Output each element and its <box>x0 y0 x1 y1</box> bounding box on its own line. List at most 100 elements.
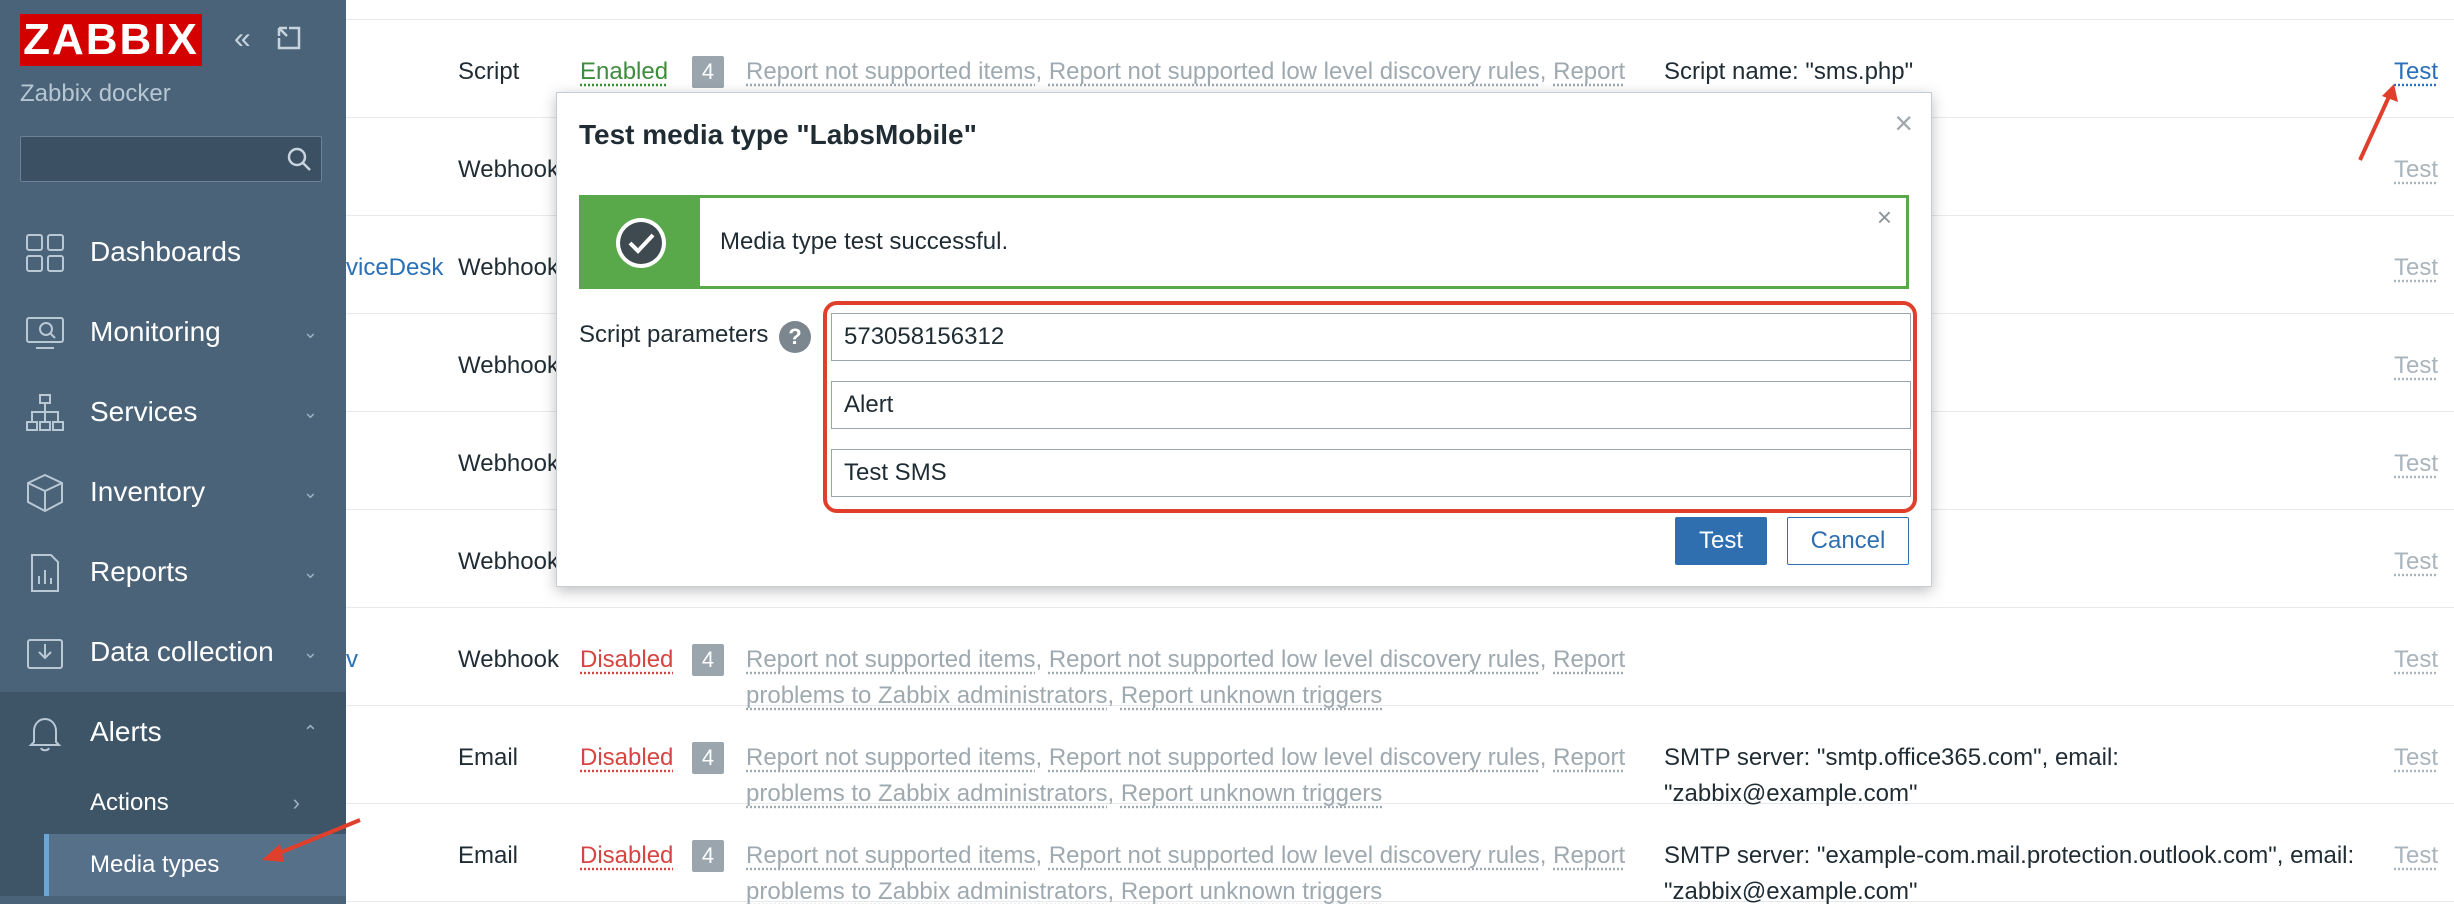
details-line: Script name: "sms.php" <box>1664 58 1914 85</box>
test-link[interactable]: Test <box>2394 250 2438 286</box>
monitoring-icon <box>26 317 64 349</box>
media-type-type: Script <box>458 58 520 85</box>
chevron-down-icon: ⌄ <box>302 482 318 502</box>
action-link[interactable]: Report not supported low level discovery… <box>1049 58 1540 85</box>
cancel-button[interactable]: Cancel <box>1787 517 1909 565</box>
details-line: "zabbix@example.com" <box>1664 878 1918 904</box>
details-line: SMTP server: "example-com.mail.protectio… <box>1664 842 2355 869</box>
action-link[interactable]: Report not supported items <box>746 744 1036 771</box>
used-in-actions: Report not supported items, Report not s… <box>746 744 1626 807</box>
action-link[interactable]: Report unknown triggers <box>1121 878 1382 904</box>
submenu-label: Actions <box>90 789 169 816</box>
bell-icon <box>28 717 62 752</box>
check-circle-icon <box>616 218 666 268</box>
media-type-details: Script name: "sms.php" <box>1664 54 2454 90</box>
parameter-input-1[interactable] <box>831 313 1911 361</box>
test-link[interactable]: Test <box>2394 544 2438 580</box>
parameter-input-3[interactable] <box>831 449 1911 497</box>
dismiss-message-icon[interactable]: × <box>1877 202 1892 233</box>
action-link[interactable]: Report unknown triggers <box>1121 682 1382 709</box>
success-message: Media type test successful. <box>720 228 1009 255</box>
chevron-up-icon: ⌃ <box>302 722 318 742</box>
status-toggle[interactable]: Disabled <box>580 838 673 874</box>
table-row <box>346 0 2454 20</box>
chevron-down-icon: ⌄ <box>302 322 318 342</box>
action-link[interactable]: Report unknown triggers <box>1121 780 1382 807</box>
test-link[interactable]: Test <box>2394 642 2438 678</box>
details-line: SMTP server: "smtp.office365.com", email… <box>1664 744 2119 771</box>
menu-item-inventory[interactable]: Inventory ⌄ <box>0 452 346 532</box>
server-name: Zabbix docker <box>20 80 171 107</box>
sidebar-search-input[interactable] <box>20 136 322 182</box>
menu-item-reports[interactable]: Reports ⌄ <box>0 532 346 612</box>
action-link[interactable]: Report not supported low level discovery… <box>1049 842 1540 869</box>
test-link[interactable]: Test <box>2394 446 2438 482</box>
menu-item-dashboards[interactable]: Dashboards <box>0 212 346 292</box>
actions-count-badge: 4 <box>692 742 724 774</box>
annotation-arrow-test <box>2358 84 2398 161</box>
media-type-type: Webhook <box>458 156 559 183</box>
action-link[interactable]: Report not supported items <box>746 842 1036 869</box>
media-type-details: SMTP server: "smtp.office365.com", email… <box>1664 740 2454 812</box>
action-link[interactable]: Report not supported low level discovery… <box>1049 646 1540 673</box>
menu-label: Reports <box>90 556 189 587</box>
menu-item-services[interactable]: Services ⌄ <box>0 372 346 452</box>
status-toggle[interactable]: Disabled <box>580 642 673 678</box>
test-media-type-dialog: Test media type "LabsMobile" × Media typ… <box>556 92 1932 587</box>
collapse-sidebar-icon[interactable]: « <box>234 24 251 58</box>
menu-label: Inventory <box>90 476 206 507</box>
sidebar: ZABBIX « Zabbix docker Dashboards Monito… <box>0 0 346 904</box>
actions-count-badge: 4 <box>692 644 724 676</box>
reports-icon <box>31 554 59 592</box>
annotation-arrow-media-types <box>262 818 361 862</box>
script-parameters-label: Script parameters <box>579 321 769 348</box>
media-type-type: Webhook <box>458 254 559 281</box>
media-type-type: Webhook <box>458 548 559 575</box>
menu-label: Data collection <box>90 636 274 667</box>
actions-count-badge: 4 <box>692 56 724 88</box>
dialog-title: Test media type "LabsMobile" <box>579 119 977 150</box>
media-type-name[interactable]: viceDesk <box>346 250 443 286</box>
status-toggle[interactable]: Enabled <box>580 54 668 90</box>
media-type-type: Webhook <box>458 450 559 477</box>
menu-label: Services <box>90 396 198 427</box>
chevron-down-icon: ⌄ <box>302 402 318 422</box>
zabbix-logo[interactable]: ZABBIX <box>20 14 202 66</box>
actions-count-badge: 4 <box>692 840 724 872</box>
media-type-type: Email <box>458 842 519 869</box>
success-icon-area <box>582 198 700 286</box>
test-link[interactable]: Test <box>2394 740 2438 776</box>
action-link[interactable]: Report not supported items <box>746 58 1036 85</box>
menu-item-monitoring[interactable]: Monitoring ⌄ <box>0 292 346 372</box>
table-row: v Webhook Disabled 4 Report not supported it… <box>346 608 2454 709</box>
action-link[interactable]: Report not supported items <box>746 646 1036 673</box>
menu-label: Dashboards <box>90 236 241 267</box>
success-message-box: Media type test successful. × <box>579 195 1909 289</box>
services-icon <box>26 394 64 431</box>
data-collection-icon <box>27 639 63 669</box>
status-toggle[interactable]: Disabled <box>580 740 673 776</box>
search-icon[interactable] <box>285 145 313 173</box>
inventory-icon <box>27 473 63 513</box>
used-in-actions: Report not supported items, Report not s… <box>746 646 1626 709</box>
submenu-label: Media types <box>90 851 220 878</box>
help-icon[interactable]: ? <box>779 321 811 353</box>
chevron-down-icon: ⌄ <box>302 642 318 662</box>
close-icon[interactable]: × <box>1894 105 1913 142</box>
menu-label: Alerts <box>90 716 162 747</box>
test-link[interactable]: Test <box>2394 838 2438 874</box>
chevron-down-icon: ⌄ <box>302 562 318 582</box>
parameter-input-2[interactable] <box>831 381 1911 429</box>
test-button[interactable]: Test <box>1675 517 1767 565</box>
sidebar-controls: « <box>234 24 303 58</box>
table-row: Email Disabled 4 Report not supported items… <box>346 804 2454 904</box>
main-menu: Dashboards Monitoring ⌄ Services ⌄ Inven… <box>0 212 346 896</box>
table-row: Email Disabled 4 Report not supported items… <box>346 706 2454 807</box>
menu-item-alerts[interactable]: Alerts ⌃ <box>0 692 346 772</box>
menu-item-data-collection[interactable]: Data collection ⌄ <box>0 612 346 692</box>
media-type-type: Webhook <box>458 646 559 673</box>
test-link[interactable]: Test <box>2394 348 2438 384</box>
media-type-name[interactable]: v <box>346 642 358 678</box>
action-link[interactable]: Report not supported low level discovery… <box>1049 744 1540 771</box>
expand-window-icon[interactable] <box>275 24 303 58</box>
